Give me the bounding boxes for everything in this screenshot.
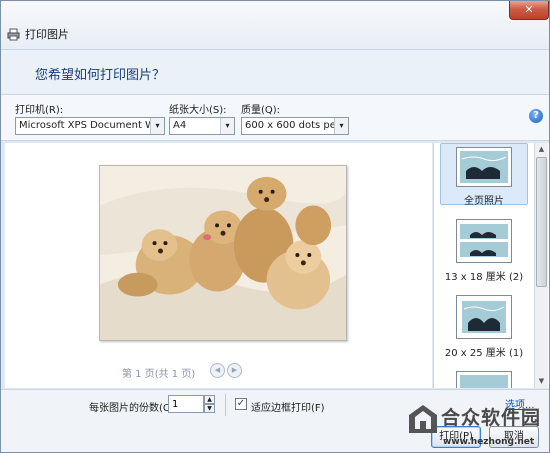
layout-item-partial[interactable] [440,371,528,388]
scroll-thumb[interactable] [536,157,547,287]
layout-scrollbar[interactable]: ▲ ▼ [534,143,548,388]
layout-thumbnail [456,371,512,388]
layout-list: 全页照片 13 x 18 厘米 (2) 20 x 25 厘米 (1) ▲ ▼ [433,143,549,388]
layout-item-20x25[interactable]: 20 x 25 厘米 (1) [440,295,528,359]
options-row: 打印机(R): Microsoft XPS Document Write ▾ 纸… [1,95,549,141]
watermark-name: 合众软件园 [441,407,542,429]
layout-thumbnail [456,147,512,187]
scroll-up-icon[interactable]: ▲ [535,143,548,156]
layout-label: 全页照片 [464,196,504,207]
printer-icon [7,28,20,41]
copies-label: 每张图片的份数(C): [89,403,178,414]
layout-thumbnail [456,295,512,339]
scroll-down-icon[interactable]: ▼ [535,375,548,388]
header-band: 您希望如何打印图片？ [1,49,549,95]
layout-label: 13 x 18 厘米 (2) [444,272,524,283]
paper-size-select[interactable]: A4 ▾ [169,117,235,135]
previous-page-button[interactable]: ◀ [210,363,225,378]
window-title: 打印图片 [25,28,69,41]
close-button[interactable]: ✕ [509,1,549,20]
layout-label: 20 x 25 厘米 (1) [444,348,524,359]
layout-single-icon [462,301,506,333]
watermark-logo [409,405,437,433]
spin-down-icon[interactable]: ▼ [204,404,215,413]
help-icon[interactable]: ? [529,109,543,123]
watermark-url: www.hezhong.net [443,437,535,447]
quality-select[interactable]: 600 x 600 dots per in ▾ [241,117,349,135]
printer-label: 打印机(R): [15,105,64,116]
title-bar: 打印图片 ✕ [1,1,549,49]
layout-thumbnail [456,219,512,263]
printer-select[interactable]: Microsoft XPS Document Write ▾ [15,117,165,135]
preview-photo [99,165,347,341]
next-page-button[interactable]: ▶ [227,363,242,378]
layout-full-page-icon [460,151,508,183]
paper-size-label: 纸张大小(S): [169,105,227,116]
layout-item-full-page[interactable]: 全页照片 [440,143,528,207]
layout-two-up-icon [460,224,508,257]
quality-label: 质量(Q): [241,105,281,116]
chevron-down-icon: ▾ [220,118,234,134]
print-pictures-dialog: 打印图片 ✕ 您希望如何打印图片？ 打印机(R): Microsoft XPS … [0,0,550,453]
dialog-question: 您希望如何打印图片？ [35,68,166,83]
paper-size-value: A4 [173,120,187,131]
divider [225,394,226,416]
layout-item-13x18[interactable]: 13 x 18 厘米 (2) [440,219,528,283]
watermark: 合众软件园 www.hezhong.net [401,399,549,452]
copies-input[interactable] [168,395,204,413]
spin-up-icon[interactable]: ▲ [204,395,215,404]
fit-to-frame-label: 适应边框打印(F) [251,403,325,414]
page-indicator: 第 1 页(共 1 页) [122,369,196,380]
layout-partial-icon [460,375,508,388]
chevron-down-icon: ▾ [334,118,348,134]
chevron-down-icon: ▾ [150,118,164,134]
print-preview: 第 1 页(共 1 页) ◀ ▶ [5,143,432,388]
printer-value: Microsoft XPS Document Write [19,120,165,131]
fit-to-frame-checkbox[interactable]: ✓ [235,398,247,410]
